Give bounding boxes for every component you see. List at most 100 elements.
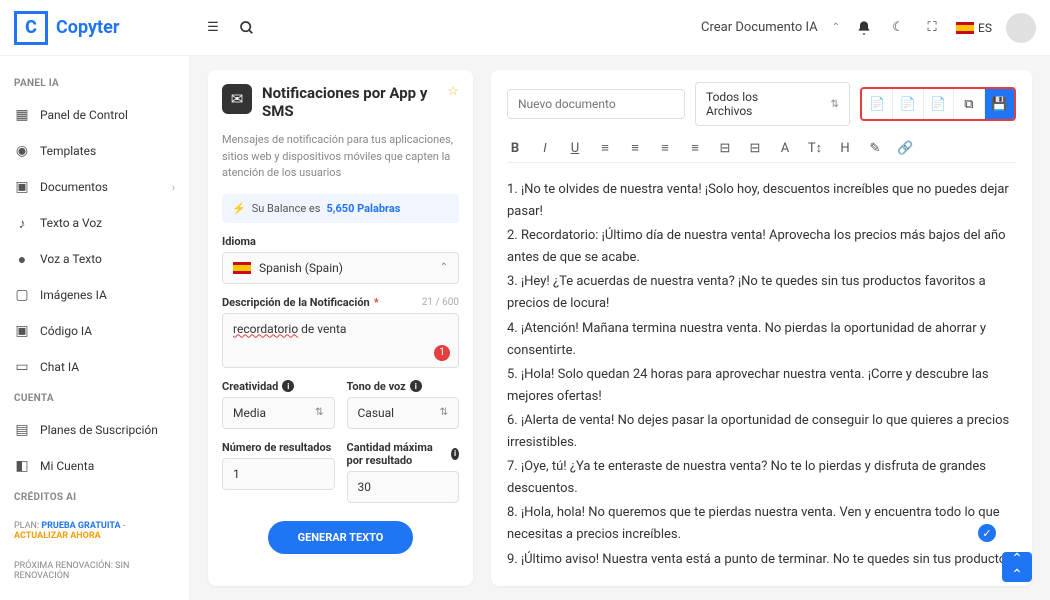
moon-icon[interactable]: ☾ bbox=[888, 18, 908, 38]
doc-name-input[interactable] bbox=[507, 89, 685, 119]
templates-icon: ◉ bbox=[14, 143, 30, 159]
sidebar-item-documents[interactable]: ▣Documentos› bbox=[0, 169, 189, 205]
tone-select[interactable]: Casual⇅ bbox=[347, 397, 460, 429]
info-icon[interactable]: i bbox=[282, 380, 294, 392]
language-switcher[interactable]: ES bbox=[956, 21, 992, 35]
documents-icon: ▣ bbox=[14, 179, 30, 195]
idioma-label: Idioma bbox=[222, 235, 459, 248]
balance-banner: ⚡ Su Balance es 5,650 Palabras bbox=[222, 194, 459, 223]
bell-icon[interactable] bbox=[854, 18, 874, 38]
logo-mark: C bbox=[14, 11, 48, 45]
underline-button[interactable]: U bbox=[567, 141, 583, 156]
heading-button[interactable]: H bbox=[837, 141, 853, 156]
sidebar-item-dashboard[interactable]: ▦Panel de Control bbox=[0, 97, 189, 133]
editor-line: 9. ¡Último aviso! Nuestra venta está a p… bbox=[507, 549, 1016, 575]
sidebar-item-code[interactable]: ▣Código IA bbox=[0, 313, 189, 349]
sidebar-item-chat[interactable]: ▭Chat IA bbox=[0, 349, 189, 385]
error-pill[interactable]: 1 bbox=[434, 345, 450, 361]
plan-link[interactable]: PRUEBA GRATUITA bbox=[41, 521, 120, 531]
font-button[interactable]: A bbox=[777, 141, 793, 156]
mic-icon: ● bbox=[14, 251, 30, 267]
menu-icon[interactable]: ☰ bbox=[203, 18, 223, 38]
scroll-top-button[interactable]: ⌃⌃ bbox=[1002, 552, 1032, 582]
align-right-button[interactable]: ≡ bbox=[657, 140, 673, 156]
brand-name: Copyter bbox=[56, 17, 119, 38]
editor-line: 3. ¡Hey! ¿Te acuerdas de nuestra venta? … bbox=[507, 271, 1016, 315]
editor-toolbar: B I U ≡ ≡ ≡ ≡ ⊟ ⊟ A T↕ H ✎ 🔗 bbox=[507, 134, 1016, 163]
copy-icon[interactable]: ⧉ bbox=[953, 89, 983, 119]
info-icon[interactable]: i bbox=[451, 448, 459, 460]
desc-label: Descripción de la Notificación*21 / 600 bbox=[222, 296, 459, 309]
image-icon: ▢ bbox=[14, 287, 30, 303]
balance-value: 5,650 Palabras bbox=[326, 202, 400, 215]
bold-button[interactable]: B bbox=[507, 141, 523, 156]
fullscreen-icon[interactable]: ⛶ bbox=[922, 18, 942, 38]
description-textarea[interactable]: recordatorio de venta 1 bbox=[222, 313, 459, 368]
sidebar-heading-cuenta: CUENTA bbox=[0, 385, 189, 412]
create-doc-link[interactable]: Crear Documento IA bbox=[701, 20, 818, 35]
num-results-input[interactable]: 1 bbox=[222, 458, 335, 490]
form-panel: ✉ Notificaciones por App y SMS ☆ Mensaje… bbox=[208, 70, 473, 586]
editor-line: 2. Recordatorio: ¡Último día de nuestra … bbox=[507, 225, 1016, 269]
sidebar-heading-panel: PANEL IA bbox=[0, 70, 189, 97]
sidebar-item-tts[interactable]: ♪Texto a Voz bbox=[0, 205, 189, 241]
sidebar-item-images[interactable]: ▢Imágenes IA bbox=[0, 277, 189, 313]
check-icon[interactable]: ✓ bbox=[978, 524, 996, 542]
sidebar-item-plans[interactable]: ▤Planes de Suscripción bbox=[0, 412, 189, 448]
editor-line: 4. ¡Atención! Mañana termina nuestra ven… bbox=[507, 318, 1016, 362]
sidebar-item-templates[interactable]: ◉Templates bbox=[0, 133, 189, 169]
sidebar-item-stt[interactable]: ●Voz a Texto bbox=[0, 241, 189, 277]
sidebar-heading-credits: CRÉDITOS AI bbox=[0, 484, 189, 511]
favorite-icon[interactable]: ☆ bbox=[447, 84, 459, 99]
avatar[interactable] bbox=[1006, 13, 1036, 43]
dashboard-icon: ▦ bbox=[14, 107, 30, 123]
logo[interactable]: C Copyter bbox=[14, 11, 189, 45]
lang-code: ES bbox=[978, 21, 992, 35]
template-icon: ✉ bbox=[222, 84, 252, 114]
export-word-icon[interactable]: 📄 bbox=[862, 89, 892, 119]
save-icon[interactable]: 💾 bbox=[984, 89, 1014, 119]
export-actions: 📄 📄 📄 ⧉ 💾 bbox=[860, 87, 1016, 121]
idioma-select[interactable]: Spanish (Spain) ⌃ bbox=[222, 252, 459, 284]
list-ul-button[interactable]: ⊟ bbox=[747, 141, 763, 156]
editor-content[interactable]: 1. ¡No te olvides de nuestra venta! ¡Sol… bbox=[507, 171, 1016, 574]
info-icon[interactable]: i bbox=[410, 380, 422, 392]
export-pdf-icon[interactable]: 📄 bbox=[892, 89, 922, 119]
fontsize-button[interactable]: T↕ bbox=[807, 140, 823, 156]
char-counter: 21 / 600 bbox=[422, 297, 459, 308]
highlight-button[interactable]: ✎ bbox=[867, 141, 883, 156]
align-justify-button[interactable]: ≡ bbox=[687, 140, 703, 156]
flag-es-icon bbox=[956, 22, 974, 34]
tone-label: Tono de vozi bbox=[347, 380, 460, 393]
editor-line: 8. ¡Hola, hola! No queremos que te pierd… bbox=[507, 502, 1016, 546]
form-title: Notificaciones por App y SMS bbox=[262, 84, 437, 120]
generate-button[interactable]: GENERAR TEXTO bbox=[268, 521, 414, 554]
topbar: C Copyter ☰ Crear Documento IA ⌃ ☾ ⛶ ES bbox=[0, 0, 1050, 56]
user-icon: ◧ bbox=[14, 458, 30, 474]
form-description: Mensajes de notificación para tus aplica… bbox=[222, 132, 459, 182]
editor-line: 7. ¡Oye, tú! ¿Ya te enteraste de nuestra… bbox=[507, 456, 1016, 500]
sidebar-item-account[interactable]: ◧Mi Cuenta bbox=[0, 448, 189, 484]
chat-icon: ▭ bbox=[14, 359, 30, 375]
link-button[interactable]: 🔗 bbox=[897, 141, 913, 156]
max-input[interactable]: 30 bbox=[347, 471, 460, 503]
chevron-up-icon: ⌃ bbox=[440, 262, 448, 273]
plan-line: PLAN: PRUEBA GRATUITA - ACTUALIZAR AHORA bbox=[0, 511, 189, 551]
italic-button[interactable]: I bbox=[537, 141, 553, 156]
chevron-right-icon: › bbox=[172, 181, 175, 194]
search-icon[interactable] bbox=[237, 18, 257, 38]
folder-select[interactable]: Todos los Archivos⇅ bbox=[695, 82, 850, 126]
editor-line: 5. ¡Hola! Solo quedan 24 horas para apro… bbox=[507, 364, 1016, 408]
code-icon: ▣ bbox=[14, 323, 30, 339]
max-label: Cantidad máxima por resultado i bbox=[347, 441, 460, 467]
editor-line: 6. ¡Alerta de venta! No dejes pasar la o… bbox=[507, 410, 1016, 454]
align-left-button[interactable]: ≡ bbox=[597, 140, 613, 156]
update-link[interactable]: ACTUALIZAR AHORA bbox=[14, 531, 101, 541]
editor-line: 1. ¡No te olvides de nuestra venta! ¡Sol… bbox=[507, 179, 1016, 223]
align-center-button[interactable]: ≡ bbox=[627, 140, 643, 156]
list-ol-button[interactable]: ⊟ bbox=[717, 141, 733, 156]
creativity-select[interactable]: Media⇅ bbox=[222, 397, 335, 429]
renewal-line: PRÓXIMA RENOVACIÓN: SIN RENOVACIÓN bbox=[0, 551, 189, 591]
export-txt-icon[interactable]: 📄 bbox=[923, 89, 953, 119]
chevron-up-icon[interactable]: ⌃ bbox=[832, 22, 840, 33]
